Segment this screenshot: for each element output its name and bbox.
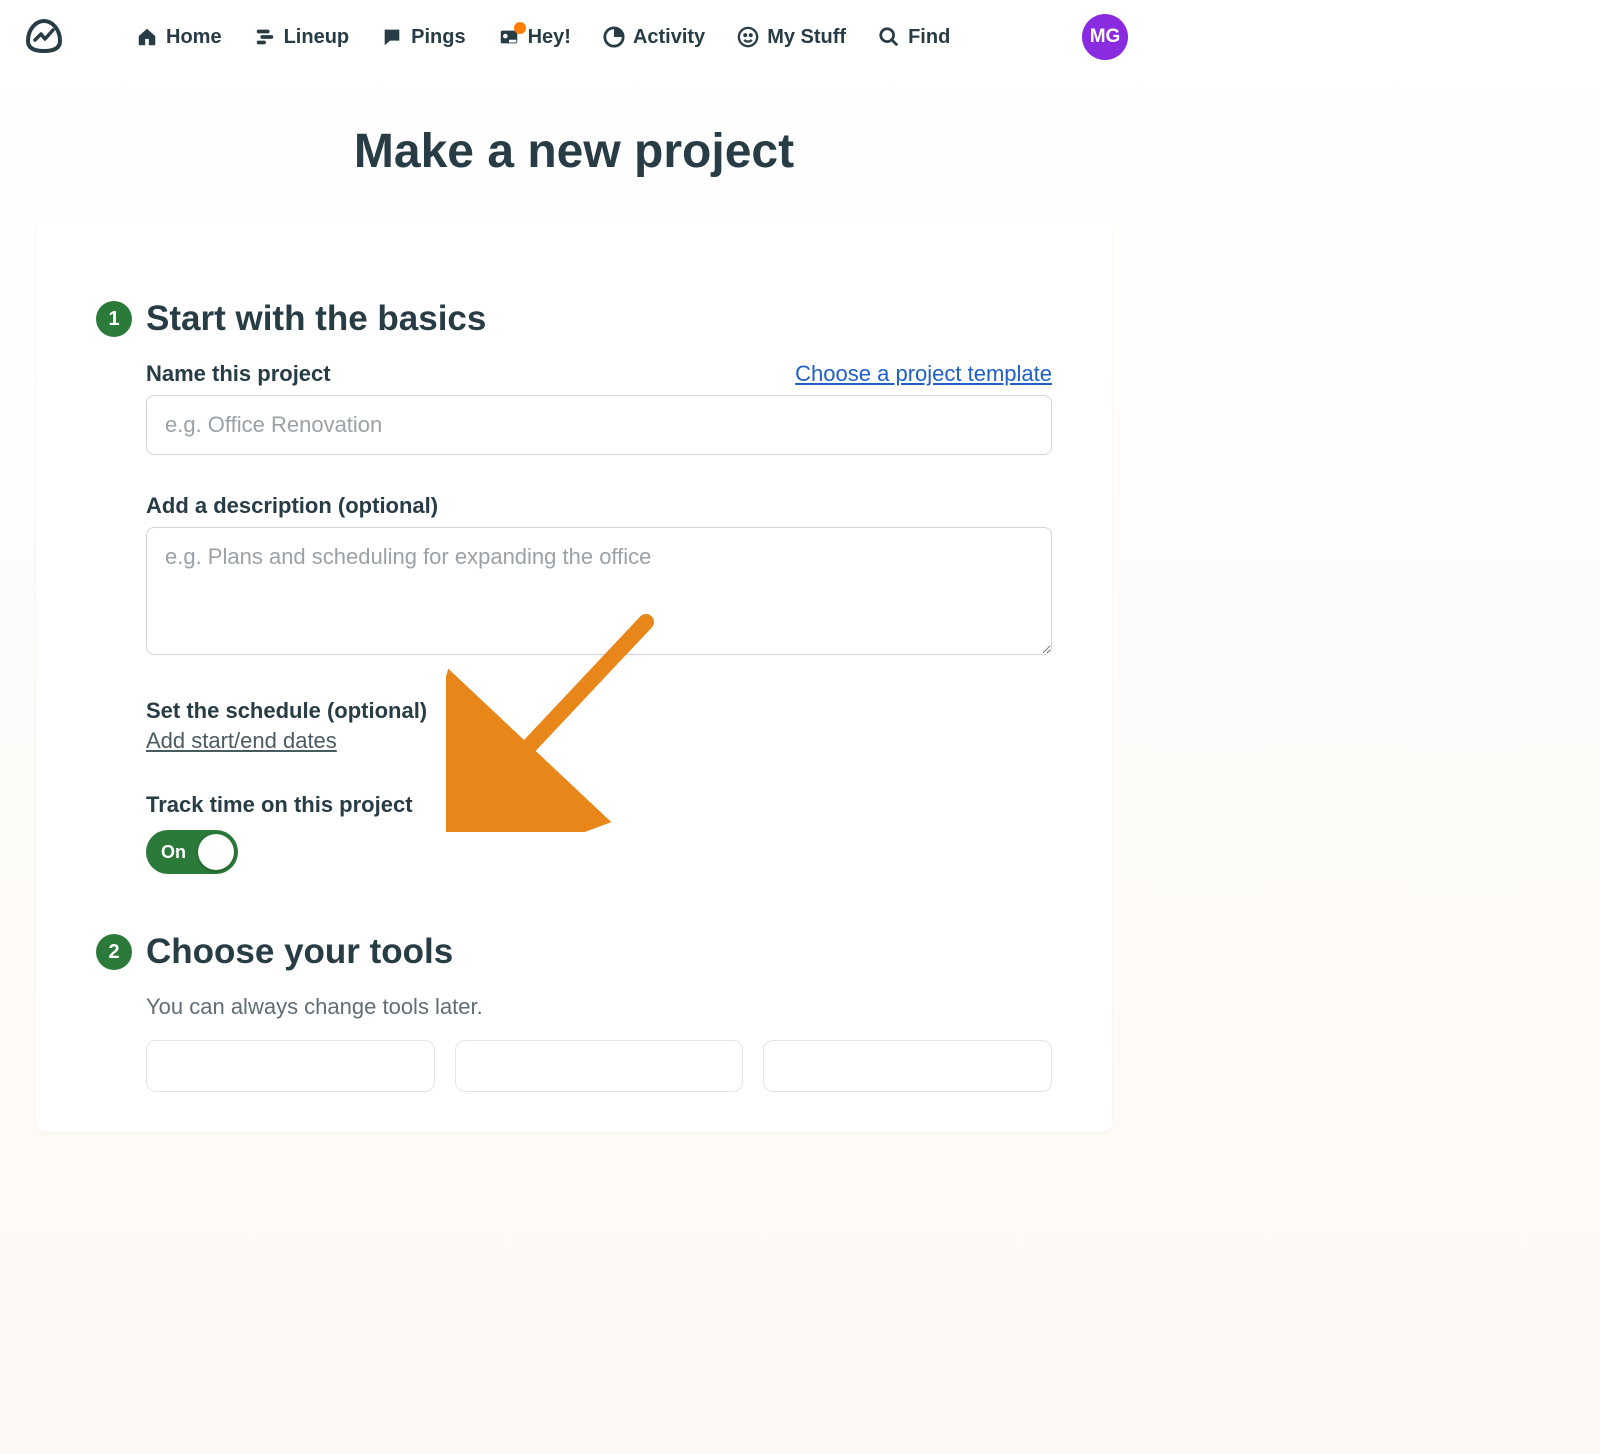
- avatar[interactable]: MG: [1082, 14, 1128, 60]
- section-1-form: Name this project Choose a project templ…: [96, 361, 1052, 874]
- name-field-block: Name this project Choose a project templ…: [146, 361, 1052, 455]
- nav-find-label: Find: [908, 26, 950, 49]
- description-label: Add a description (optional): [146, 493, 1052, 519]
- project-description-input[interactable]: [146, 527, 1052, 655]
- activity-icon: [603, 26, 625, 48]
- section-2-title: Choose your tools: [146, 932, 453, 972]
- nav-mystuff-label: My Stuff: [767, 26, 846, 49]
- nav-home-label: Home: [166, 26, 222, 49]
- section-1-header: 1 Start with the basics: [96, 299, 1052, 339]
- description-field-block: Add a description (optional): [146, 493, 1052, 660]
- add-dates-link[interactable]: Add start/end dates: [146, 728, 337, 754]
- project-name-input[interactable]: [146, 395, 1052, 455]
- nav-pings[interactable]: Pings: [381, 26, 465, 49]
- toggle-knob: [198, 834, 234, 870]
- top-nav: Home Lineup Pings Hey! Activity: [0, 0, 1148, 74]
- section-2-body: You can always change tools later.: [96, 994, 1052, 1092]
- toggle-state-label: On: [161, 842, 186, 863]
- section-2: 2 Choose your tools You can always chang…: [96, 932, 1052, 1092]
- schedule-label: Set the schedule (optional): [146, 698, 1052, 724]
- step-2-badge: 2: [96, 934, 132, 970]
- avatar-initials: MG: [1090, 26, 1121, 48]
- nav-home[interactable]: Home: [136, 26, 222, 49]
- track-time-block: Track time on this project On: [146, 792, 1052, 874]
- nav-hey[interactable]: Hey!: [498, 26, 571, 49]
- step-1-badge: 1: [96, 301, 132, 337]
- mystuff-icon: [737, 26, 759, 48]
- nav-activity[interactable]: Activity: [603, 26, 705, 49]
- new-project-card: 1 Start with the basics Name this projec…: [36, 219, 1112, 1132]
- track-time-label: Track time on this project: [146, 792, 1052, 818]
- nav-activity-label: Activity: [633, 26, 705, 49]
- lineup-icon: [254, 26, 276, 48]
- tool-cards-row: [146, 1040, 1052, 1092]
- nav-mystuff[interactable]: My Stuff: [737, 26, 846, 49]
- nav-find[interactable]: Find: [878, 26, 950, 49]
- nav-pings-label: Pings: [411, 26, 465, 49]
- tool-card[interactable]: [763, 1040, 1052, 1092]
- page-title: Make a new project: [0, 124, 1148, 179]
- pings-icon: [381, 26, 403, 48]
- tools-subtext: You can always change tools later.: [146, 994, 1052, 1020]
- name-label: Name this project: [146, 361, 331, 387]
- schedule-field-block: Set the schedule (optional) Add start/en…: [146, 698, 1052, 754]
- nav-lineup[interactable]: Lineup: [254, 26, 350, 49]
- tool-card[interactable]: [455, 1040, 744, 1092]
- nav-links: Home Lineup Pings Hey! Activity: [136, 26, 950, 49]
- home-icon: [136, 26, 158, 48]
- search-icon: [878, 26, 900, 48]
- track-time-toggle[interactable]: On: [146, 830, 238, 874]
- section-1-title: Start with the basics: [146, 299, 486, 339]
- section-2-header: 2 Choose your tools: [96, 932, 1052, 972]
- choose-template-link[interactable]: Choose a project template: [795, 361, 1052, 387]
- hey-icon: [498, 26, 520, 48]
- logo[interactable]: [24, 15, 64, 60]
- notification-dot-icon: [514, 22, 526, 34]
- tool-card[interactable]: [146, 1040, 435, 1092]
- nav-hey-label: Hey!: [528, 26, 571, 49]
- nav-lineup-label: Lineup: [284, 26, 350, 49]
